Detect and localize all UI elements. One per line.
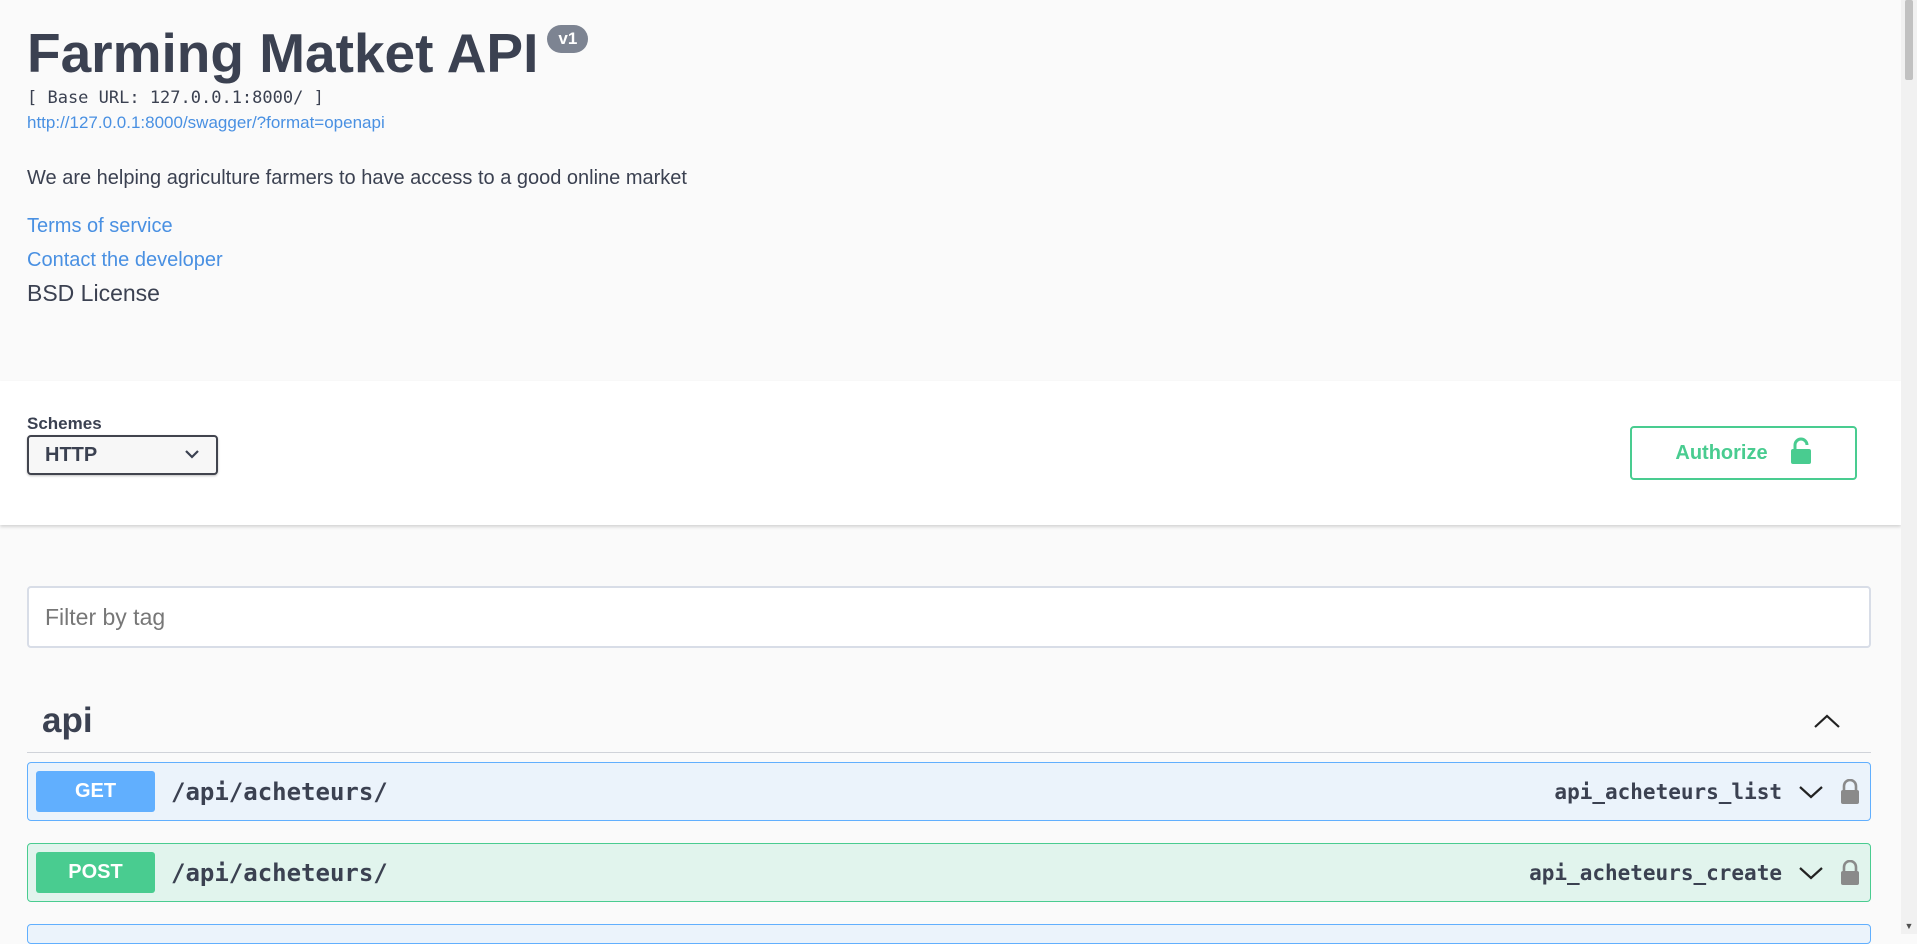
schemes-selected-value: HTTP bbox=[45, 443, 98, 466]
terms-of-service-link[interactable]: Terms of service bbox=[27, 215, 687, 238]
operation-get-acheteurs[interactable]: GET /api/acheteurs/ api_acheteurs_list bbox=[27, 762, 1871, 821]
scheme-container: Schemes HTTP Authorize bbox=[0, 381, 1901, 525]
base-url: [ Base URL: 127.0.0.1:8000/ ] bbox=[27, 88, 324, 108]
chevron-down-icon[interactable] bbox=[1798, 785, 1824, 799]
vertical-scrollbar[interactable]: ▼ bbox=[1901, 0, 1917, 934]
api-description: We are helping agriculture farmers to ha… bbox=[27, 167, 687, 189]
schemes-label: Schemes bbox=[27, 414, 102, 433]
authorize-button[interactable]: Authorize bbox=[1630, 426, 1857, 480]
operation-id: api_acheteurs_create bbox=[1529, 860, 1782, 885]
operation-partial[interactable] bbox=[27, 924, 1871, 944]
spec-link[interactable]: http://127.0.0.1:8000/swagger/?format=op… bbox=[27, 113, 687, 133]
scroll-down-arrow-icon[interactable]: ▼ bbox=[1901, 918, 1917, 934]
api-info: Farming Matket API v1 [ Base URL: 127.0.… bbox=[27, 20, 687, 307]
lock-icon[interactable] bbox=[1840, 859, 1860, 886]
unlock-icon bbox=[1790, 437, 1812, 470]
version-badge: v1 bbox=[547, 25, 589, 53]
method-badge: POST bbox=[36, 852, 155, 893]
scrollbar-thumb[interactable] bbox=[1905, 0, 1913, 80]
filter-by-tag-input[interactable] bbox=[27, 586, 1871, 648]
tag-name: api bbox=[42, 701, 93, 740]
contact-developer-link[interactable]: Contact the developer bbox=[27, 249, 687, 272]
swagger-page: Farming Matket API v1 [ Base URL: 127.0.… bbox=[0, 0, 1901, 944]
title-row: Farming Matket API v1 bbox=[27, 20, 687, 86]
operation-path: /api/acheteurs/ bbox=[171, 858, 388, 887]
chevron-down-icon bbox=[184, 446, 200, 464]
operation-path: /api/acheteurs/ bbox=[171, 777, 388, 806]
license-text: BSD License bbox=[27, 280, 160, 306]
method-badge: GET bbox=[36, 771, 155, 812]
authorize-label: Authorize bbox=[1675, 441, 1768, 464]
lock-icon[interactable] bbox=[1840, 778, 1860, 805]
chevron-down-icon[interactable] bbox=[1798, 866, 1824, 880]
tag-section-header[interactable]: api bbox=[27, 690, 1871, 753]
operation-post-acheteurs[interactable]: POST /api/acheteurs/ api_acheteurs_creat… bbox=[27, 843, 1871, 902]
page-title: Farming Matket API bbox=[27, 22, 539, 84]
operation-id: api_acheteurs_list bbox=[1554, 779, 1782, 804]
schemes-select[interactable]: HTTP bbox=[27, 435, 218, 475]
chevron-up-icon[interactable] bbox=[1813, 713, 1841, 729]
